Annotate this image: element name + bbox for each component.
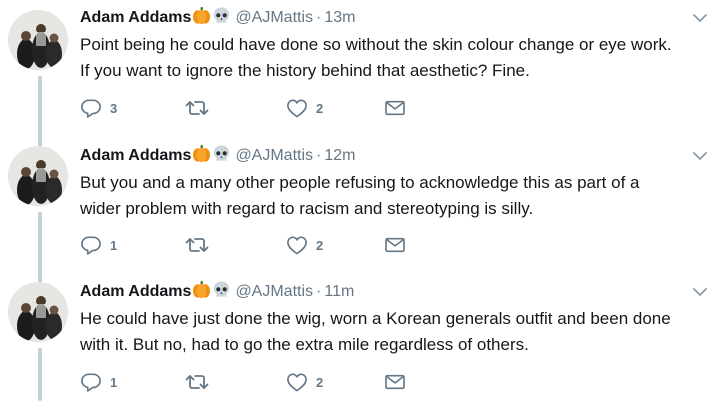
author-name[interactable]: Adam Addams [80, 9, 191, 26]
retweet-button[interactable] [185, 233, 217, 257]
retweet-icon [185, 375, 209, 389]
tweet-timestamp[interactable]: 12m [324, 147, 355, 164]
separator-dot: · [316, 9, 322, 26]
reply-icon [81, 99, 101, 118]
skull-icon [212, 144, 231, 163]
retweet-icon [185, 238, 209, 252]
envelope-icon [385, 237, 405, 253]
tweet-actions: 1 2 [80, 233, 410, 257]
like-button[interactable]: 2 [286, 370, 323, 394]
reply-icon [81, 373, 101, 392]
reply-button[interactable]: 3 [80, 96, 117, 120]
tweet[interactable]: Adam Addams @AJMattis · 13m Point being he … [0, 0, 724, 137]
author-name[interactable]: Adam Addams [80, 147, 191, 164]
chevron-down-icon[interactable] [692, 286, 708, 298]
like-count: 2 [316, 237, 324, 253]
tweet-timestamp[interactable]: 11m [324, 283, 354, 300]
author-handle[interactable]: @AJMattis [235, 9, 313, 26]
separator-dot: · [316, 147, 322, 164]
reply-count: 1 [110, 237, 118, 253]
like-button[interactable]: 2 [286, 233, 323, 257]
tweet-text-line: Point being he could have done so withou… [80, 35, 672, 54]
author-handle[interactable]: @AJMattis [235, 147, 313, 164]
tweet-text: But you and a many other people refusing… [80, 170, 700, 222]
avatar[interactable] [8, 146, 68, 206]
like-count: 2 [316, 374, 324, 390]
retweet-button[interactable] [185, 370, 217, 394]
heart-icon [287, 373, 307, 392]
pumpkin-icon [192, 144, 211, 163]
heart-icon [287, 99, 307, 118]
skull-icon [212, 280, 231, 299]
author-name[interactable]: Adam Addams [80, 283, 191, 300]
direct-message-button[interactable] [384, 370, 406, 394]
envelope-icon [385, 100, 405, 116]
tweet[interactable]: Adam Addams @AJMattis · 12m But you and a m… [0, 137, 724, 274]
tweet-actions: 1 2 [80, 370, 410, 394]
separator-dot: · [316, 283, 322, 300]
retweet-icon [185, 101, 209, 115]
skull-icon [212, 6, 231, 25]
tweet-text-line: He could have just done the wig, worn a … [80, 309, 671, 328]
avatar[interactable] [8, 10, 68, 70]
reply-button[interactable]: 1 [80, 233, 117, 257]
tweet-timestamp[interactable]: 13m [324, 9, 355, 26]
chevron-down-icon[interactable] [692, 12, 708, 24]
direct-message-button[interactable] [384, 233, 406, 257]
tweet-text-line: wider problem with regard to racism and … [80, 199, 534, 218]
tweet-text-line: If you want to ignore the history behind… [80, 61, 530, 80]
tweet-header: Adam Addams @AJMattis · 11m [80, 280, 354, 302]
reply-button[interactable]: 1 [80, 370, 117, 394]
retweet-button[interactable] [185, 96, 217, 120]
tweet-actions: 3 2 [80, 96, 410, 120]
tweet[interactable]: Adam Addams @AJMattis · 11m He could have j… [0, 273, 724, 410]
reply-icon [81, 236, 101, 255]
like-button[interactable]: 2 [286, 96, 323, 120]
author-handle[interactable]: @AJMattis [235, 283, 313, 300]
envelope-icon [385, 374, 405, 390]
tweet-text: Point being he could have done so withou… [80, 32, 700, 84]
heart-icon [287, 236, 307, 255]
tweet-header: Adam Addams @AJMattis · 12m [80, 144, 355, 166]
tweet-text-line: But you and a many other people refusing… [80, 173, 640, 192]
reply-count: 3 [110, 100, 118, 116]
tweet-text-line: with it. But no, had to go the extra mil… [80, 335, 529, 354]
reply-count: 1 [110, 374, 118, 390]
avatar[interactable] [8, 282, 68, 342]
tweet-text: He could have just done the wig, worn a … [80, 306, 700, 358]
tweet-header: Adam Addams @AJMattis · 13m [80, 6, 355, 28]
like-count: 2 [316, 100, 324, 116]
pumpkin-icon [192, 6, 211, 25]
direct-message-button[interactable] [384, 96, 406, 120]
chevron-down-icon[interactable] [692, 150, 708, 162]
pumpkin-icon [192, 280, 211, 299]
